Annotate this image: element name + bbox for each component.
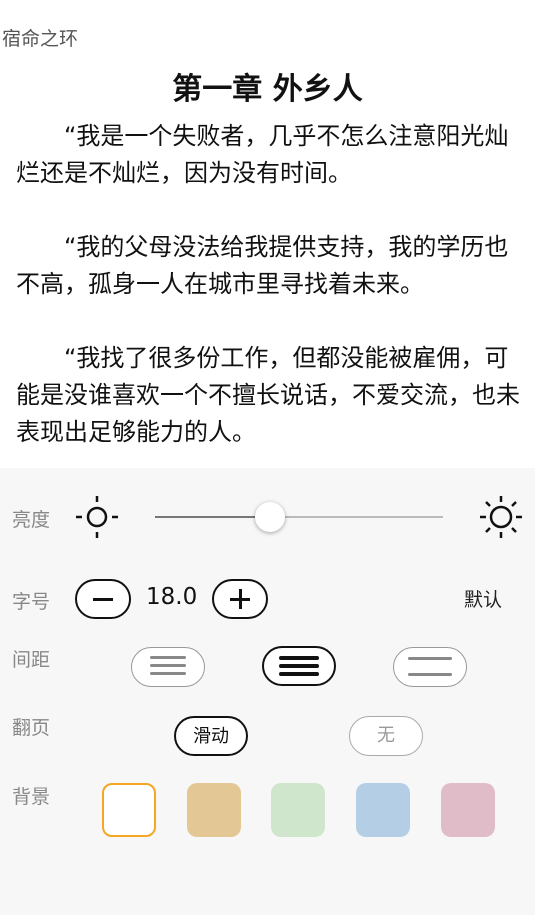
book-title: 宿命之环 <box>2 28 79 50</box>
spacing-tight-button[interactable] <box>393 647 467 687</box>
brightness-label: 亮度 <box>12 509 51 531</box>
brightness-slider-thumb[interactable] <box>255 502 286 532</box>
spacing-medium-button[interactable] <box>262 646 336 686</box>
chapter-title: 第一章 外乡人 <box>172 72 363 107</box>
sun-bright-icon[interactable] <box>477 493 525 541</box>
background-tan-swatch[interactable] <box>187 783 241 837</box>
spacing-loose-button[interactable] <box>131 647 205 687</box>
page-turn-label: 翻页 <box>12 717 51 739</box>
spacing-label: 间距 <box>12 649 51 671</box>
paragraph: “我是一个失败者，几乎不怎么注意阳光灿烂还是不灿烂，因为没有时间。 <box>16 122 509 187</box>
default-font-button[interactable]: 默认 <box>464 585 502 612</box>
background-blue-swatch[interactable] <box>356 783 410 837</box>
sun-dim-icon[interactable] <box>73 493 121 541</box>
paragraph: “我的父母没法给我提供支持，我的学历也不高，孤身一人在城市里寻找着未来。 <box>16 233 509 298</box>
background-pink-swatch[interactable] <box>441 783 495 837</box>
font-size-value: 18.0 <box>146 584 198 610</box>
page-turn-none-button[interactable]: 无 <box>349 716 423 756</box>
increase-font-button[interactable] <box>212 579 268 619</box>
background-white-swatch[interactable] <box>102 783 156 837</box>
brightness-slider-fill <box>155 516 271 518</box>
decrease-font-button[interactable] <box>75 579 131 619</box>
page-turn-slide-button[interactable]: 滑动 <box>174 716 248 756</box>
background-label: 背景 <box>12 786 51 808</box>
font-size-label: 字号 <box>12 591 51 613</box>
reader-content[interactable]: “我是一个失败者，几乎不怎么注意阳光灿烂还是不灿烂，因为没有时间。 “我的父母没… <box>16 118 521 468</box>
paragraph: “我找了很多份工作，但都没能被雇佣，可能是没谁喜欢一个不擅长说话，不爱交流，也未… <box>16 344 520 446</box>
background-green-swatch[interactable] <box>271 783 325 837</box>
